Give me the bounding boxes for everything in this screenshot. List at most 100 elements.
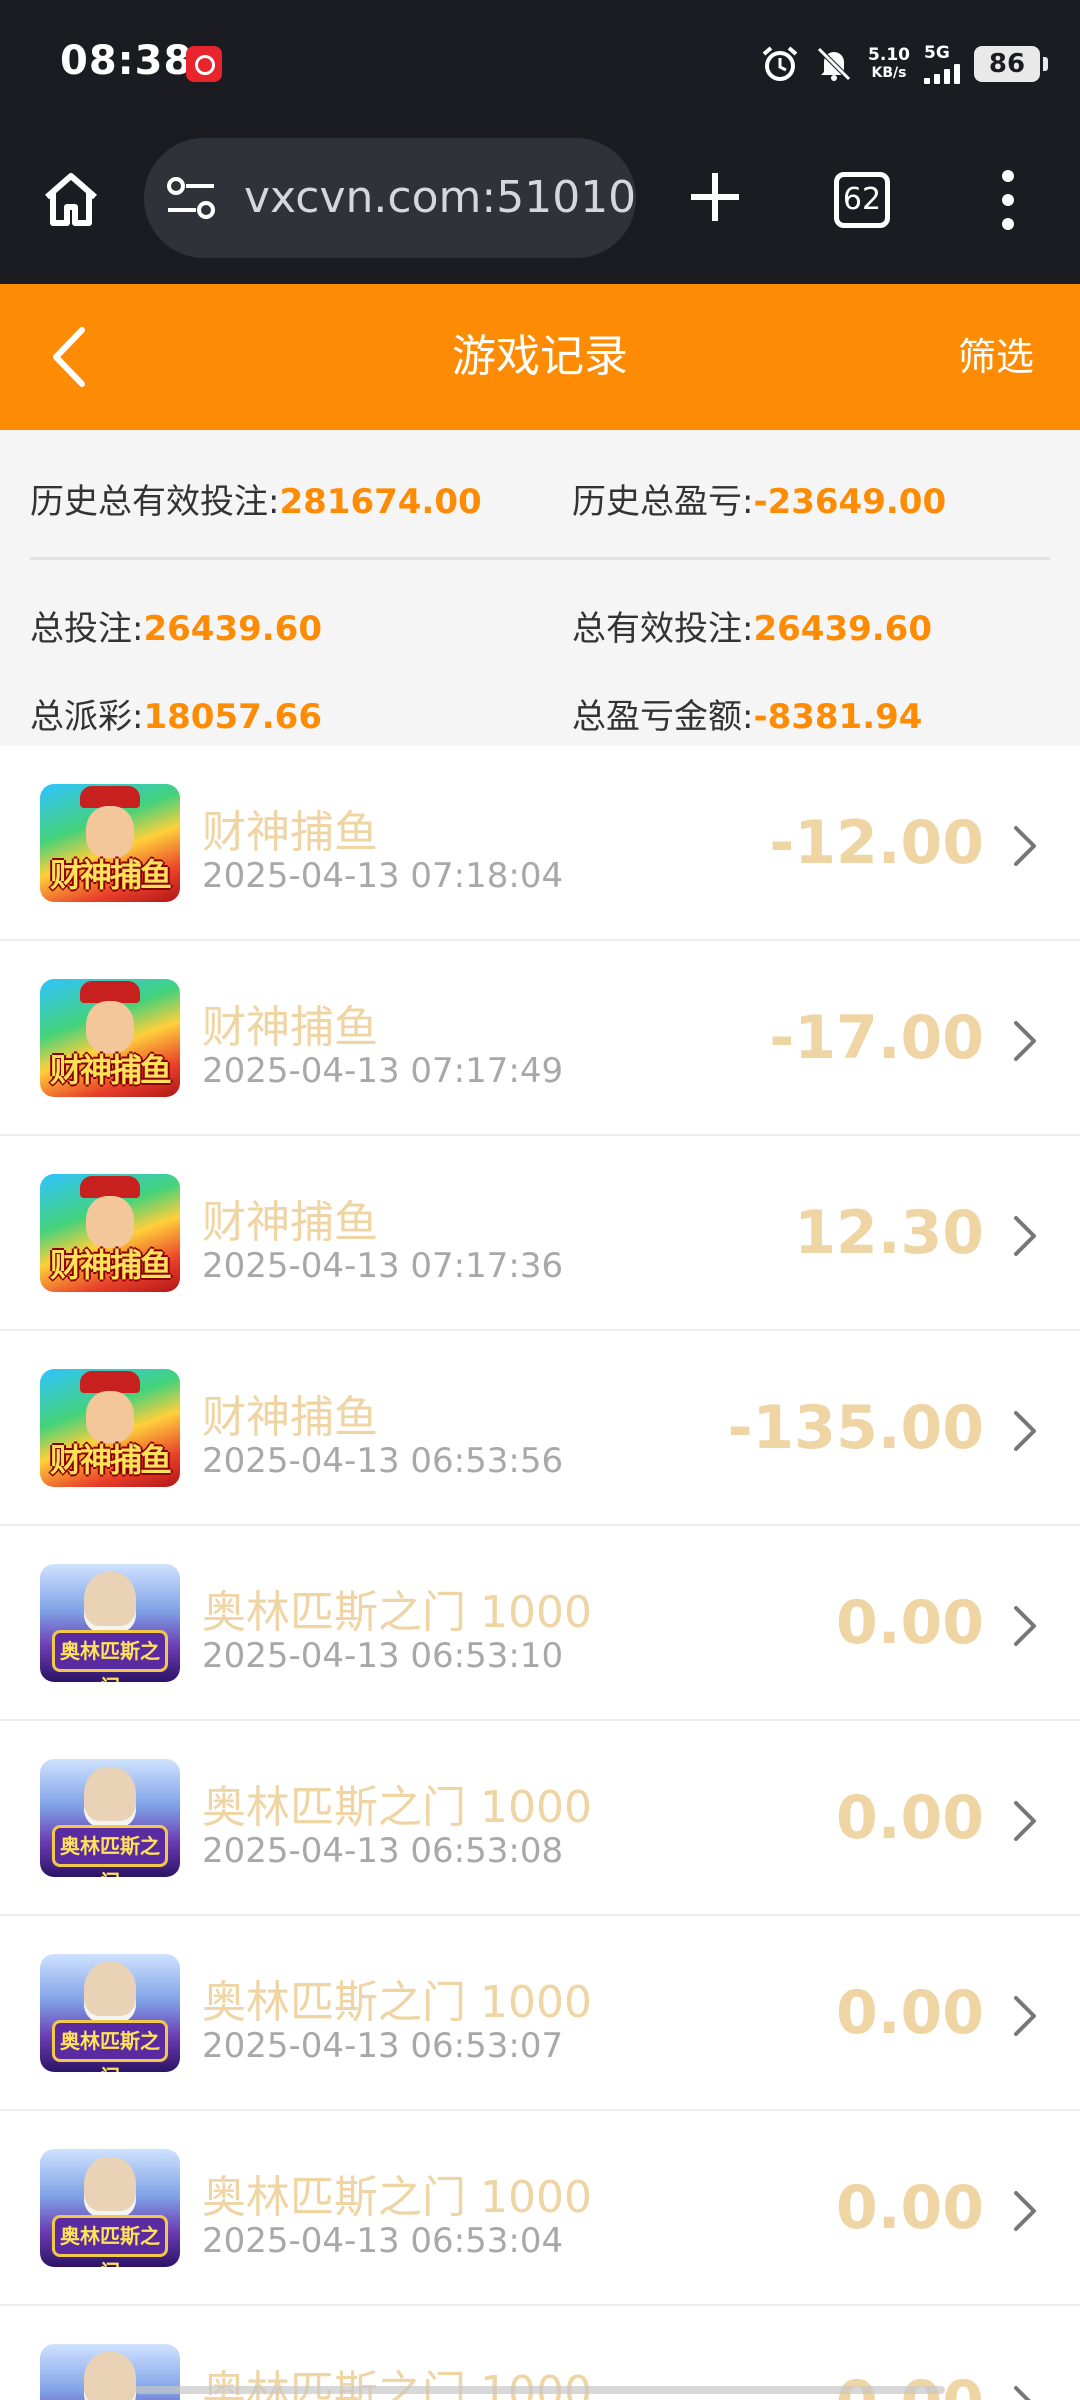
chevron-right-icon [1014,1021,1036,1061]
address-bar[interactable]: vxcvn.com:51010 [144,138,636,258]
record-row[interactable]: 财神捕鱼 财神捕鱼 2025-04-13 07:17:36 12.30 [0,1136,1080,1331]
record-time: 2025-04-13 06:53:08 [202,1831,564,1871]
game-name: 财神捕鱼 [202,807,378,858]
back-button[interactable] [40,320,110,394]
game-thumbnail: 奥林匹斯之门 [40,1564,180,1682]
summary-panel: 历史总有效投注:281674.00 历史总盈亏:-23649.00 总投注:26… [0,430,1080,746]
thumb-hat [80,1176,140,1198]
thumb-title: 财神捕鱼 [49,856,172,894]
total-profit-value: -8381.94 [753,697,923,737]
gesture-bar [135,2386,945,2394]
total-bet: 总投注:26439.60 [30,601,322,650]
more-icon-dot [1002,218,1014,230]
game-thumbnail: 奥林匹斯之门 [40,1759,180,1877]
hist-profit-label: 历史总盈亏: [572,482,754,522]
thumb-figure [84,1962,136,2022]
page-title: 游戏记录 [452,331,628,382]
thumb-title: 奥林匹斯之门 [52,2020,168,2072]
game-name: 财神捕鱼 [202,1392,378,1443]
chevron-right-icon [1014,2386,1031,2400]
record-amount: 0.00 [835,1978,984,2048]
status-bar: 08:38 5.10 KB/s 5G 86 [0,0,1080,128]
record-row[interactable]: 财神捕鱼 财神捕鱼 2025-04-13 07:17:49 -17.00 [0,941,1080,1136]
plus-icon [691,173,739,221]
chevron-left-icon [53,327,85,387]
thumb-title: 奥林匹斯之门 [52,2215,168,2267]
record-time: 2025-04-13 06:53:07 [202,2026,564,2066]
thumb-title: 财神捕鱼 [49,1441,172,1479]
game-thumbnail: 财神捕鱼 [40,1174,180,1292]
record-row[interactable]: 奥林匹斯之门 奥林匹斯之门 1000 2025-04-13 06:53:07 0… [0,1916,1080,2111]
game-thumbnail: 奥林匹斯之门 [40,2149,180,2267]
tune-icon[interactable] [166,174,216,222]
chevron-right-icon [1014,2191,1036,2231]
thumb-figure [84,1767,136,1827]
total-bet-label: 总投注: [30,609,144,649]
chevron-right-icon [1014,826,1036,866]
game-thumbnail: 财神捕鱼 [40,979,180,1097]
url-text: vxcvn.com:51010 [244,172,636,223]
more-icon-dot [1002,194,1014,206]
record-time: 2025-04-13 07:18:04 [202,856,564,896]
mute-icon [814,44,854,84]
game-name: 奥林匹斯之门 1000 [202,1782,592,1833]
record-row[interactable]: 奥林匹斯之门 奥林匹斯之门 1000 2025-04-13 06:53:04 0… [0,2111,1080,2306]
record-row[interactable]: 奥林匹斯之门 奥林匹斯之门 1000 2025-04-13 06:53:08 0… [0,1721,1080,1916]
app-notification-icon [186,46,222,82]
signal-group: 5G [924,44,960,84]
net-speed: 5.10 KB/s [868,46,910,82]
new-tab-button[interactable] [678,160,752,234]
signal-icon [924,62,960,84]
chevron-right-icon [1014,1801,1036,1841]
tabs-button[interactable]: 62 [834,172,890,228]
record-row[interactable]: 财神捕鱼 财神捕鱼 2025-04-13 06:53:56 -135.00 [0,1331,1080,1526]
total-profit: 总盈亏金额:-8381.94 [572,689,922,738]
home-icon [45,173,97,226]
record-list: 财神捕鱼 财神捕鱼 2025-04-13 07:18:04 -12.00 财神捕… [0,746,1080,2400]
thumb-title: 财神捕鱼 [49,1246,172,1284]
more-icon-dot [1002,170,1014,182]
net-speed-value: 5.10 [868,45,910,65]
thumb-hat [80,1371,140,1393]
more-menu-button[interactable] [990,170,1026,230]
thumb-hat [80,981,140,1003]
record-time: 2025-04-13 06:53:56 [202,1441,564,1481]
total-valid-bet: 总有效投注:26439.60 [572,601,932,650]
hist-valid-bet-label: 历史总有效投注: [30,482,280,522]
record-row[interactable]: 奥林匹斯之门 奥林匹斯之门 1000 2025-04-13 06:53:10 0… [0,1526,1080,1721]
total-valid-bet-label: 总有效投注: [572,609,754,649]
total-payout-label: 总派彩: [30,697,144,737]
hist-profit-value: -23649.00 [753,482,947,522]
filter-button[interactable]: 筛选 [958,284,1034,430]
total-bet-value: 26439.60 [143,609,322,649]
chevron-right-icon [1014,1411,1036,1451]
hist-profit: 历史总盈亏:-23649.00 [572,474,946,523]
record-row[interactable]: 财神捕鱼 财神捕鱼 2025-04-13 07:18:04 -12.00 [0,746,1080,941]
total-payout: 总派彩:18057.66 [30,689,322,738]
record-amount: -135.00 [727,1393,984,1463]
alarm-icon [760,44,800,84]
chevron-right-icon [1014,1996,1036,2036]
hist-valid-bet-value: 281674.00 [279,482,482,522]
thumb-figure [84,2157,136,2217]
hist-valid-bet: 历史总有效投注:281674.00 [30,474,482,523]
game-name: 奥林匹斯之门 1000 [202,1977,592,2028]
record-amount: 12.30 [794,1198,984,1268]
status-icons: 5.10 KB/s 5G 86 [760,40,1048,88]
thumb-figure [84,1572,136,1632]
thumb-title: 财神捕鱼 [49,1051,172,1089]
game-thumbnail: 奥林匹斯之门 [40,1954,180,2072]
chevron-right-icon [1014,1606,1036,1646]
thumb-title: 奥林匹斯之门 [52,1630,168,1682]
record-amount: -12.00 [769,808,984,878]
record-time: 2025-04-13 06:53:10 [202,1636,564,1676]
total-valid-bet-value: 26439.60 [753,609,932,649]
app-header: 游戏记录 筛选 [0,284,1080,430]
game-name: 财神捕鱼 [202,1002,378,1053]
game-name: 财神捕鱼 [202,1197,378,1248]
battery-icon: 86 [974,46,1048,82]
home-button[interactable] [34,162,108,236]
total-payout-value: 18057.66 [143,697,322,737]
thumb-hat [80,786,140,808]
status-time: 08:38 [60,38,193,84]
